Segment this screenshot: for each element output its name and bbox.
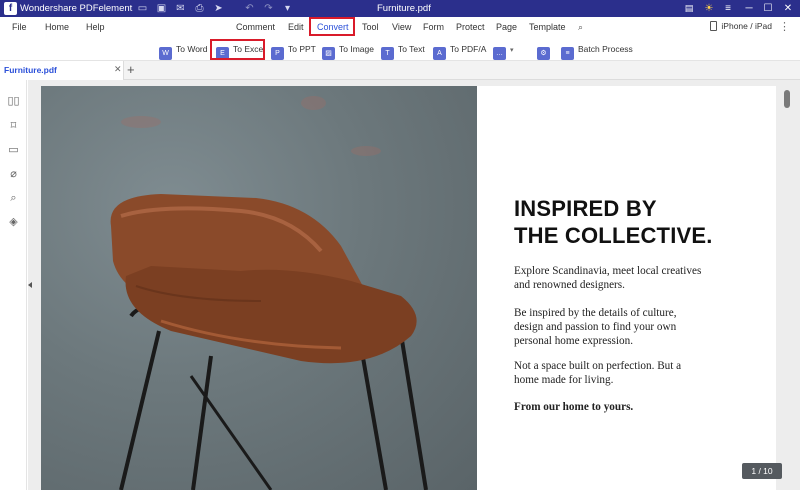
to-pdfa-button[interactable]: A To PDF/A <box>433 43 487 60</box>
to-image-button[interactable]: ▨ To Image <box>322 43 374 60</box>
to-word-label: To Word <box>176 44 208 54</box>
tab-label: Furniture.pdf <box>4 65 57 75</box>
close-tab-icon[interactable]: ✕ <box>114 64 122 75</box>
notification-icon[interactable]: ▤ <box>681 1 697 16</box>
batch-process-label: Batch Process <box>578 44 633 54</box>
iphone-ipad-link[interactable]: iPhone / iPad <box>710 21 772 31</box>
headline-line-2: THE COLLECTIVE. <box>514 223 713 248</box>
paragraph-3-line-1: Not a space built on perfection. But a <box>514 360 682 372</box>
paragraph-4: From our home to yours. <box>514 401 634 413</box>
tab-furniture[interactable]: Furniture.pdf ✕ <box>0 61 124 80</box>
comments-icon[interactable]: ▭ <box>7 144 20 157</box>
menu-page[interactable]: Page <box>496 22 517 32</box>
convert-highlight-box <box>309 17 355 36</box>
maximize-button[interactable]: ☐ <box>760 1 776 16</box>
paragraph-2-line-3: personal home expression. <box>514 335 633 347</box>
to-word-button[interactable]: W To Word <box>159 43 208 60</box>
theme-sun-icon[interactable]: ☀ <box>701 1 717 16</box>
word-icon: W <box>159 47 172 60</box>
layers-icon[interactable]: ◈ <box>7 216 20 229</box>
bookmark-icon[interactable]: ⌑ <box>7 120 20 133</box>
paragraph-1-line-1: Explore Scandinavia, meet local creative… <box>514 265 702 277</box>
device-label: iPhone / iPad <box>721 21 772 31</box>
text-icon: T <box>381 47 394 60</box>
to-ppt-button[interactable]: P To PPT <box>271 43 316 60</box>
menu-file[interactable]: File <box>12 22 27 32</box>
close-window-button[interactable]: ✕ <box>780 1 796 16</box>
print-icon[interactable]: ⎙ <box>193 2 206 15</box>
vertical-scrollbar[interactable] <box>784 90 790 108</box>
add-tab-icon[interactable]: + <box>127 62 135 77</box>
convert-ribbon: W To Word E To Excel P To PPT ▨ To Image T To… <box>0 39 800 61</box>
save-icon[interactable]: ▣ <box>155 2 168 15</box>
to-excel-highlight-box <box>210 39 265 60</box>
menu-tool[interactable]: Tool <box>362 22 379 32</box>
menu-template[interactable]: Template <box>529 22 566 32</box>
batch-process-button[interactable]: ≡ Batch Process <box>561 43 633 60</box>
menu-form[interactable]: Form <box>423 22 444 32</box>
search-panel-icon[interactable]: ⌕ <box>7 192 20 205</box>
chair-photo <box>41 86 477 490</box>
to-image-label: To Image <box>339 44 374 54</box>
left-sidebar: ▯▯ ⌑ ▭ ⌀ ⌕ ◈ <box>0 80 27 490</box>
menu-edit[interactable]: Edit <box>288 22 304 32</box>
thumbnails-icon[interactable]: ▯▯ <box>7 95 20 108</box>
app-name: Wondershare PDFelement <box>20 3 133 14</box>
paragraph-2-line-1: Be inspired by the details of culture, <box>514 307 677 319</box>
menu-comment[interactable]: Comment <box>236 22 275 32</box>
open-folder-icon[interactable]: ▭ <box>136 2 149 15</box>
paragraph-3-line-2: home made for living. <box>514 374 614 386</box>
to-text-label: To Text <box>398 44 425 54</box>
menu-view[interactable]: View <box>392 22 411 32</box>
image-icon: ▨ <box>322 47 335 60</box>
chair-illustration <box>110 194 428 490</box>
batch-process-icon: ≡ <box>561 47 574 60</box>
settings-convert-button[interactable]: ⚙ <box>537 43 554 60</box>
dropdown-arrow-icon: ▾ <box>510 47 514 54</box>
collapse-left-panel-icon[interactable] <box>28 282 32 288</box>
settings-menu-icon[interactable]: ≡ <box>720 1 736 16</box>
quick-access-dropdown-icon[interactable]: ▾ <box>281 2 294 15</box>
ppt-icon: P <box>271 47 284 60</box>
attachment-icon[interactable]: ⌀ <box>7 168 20 181</box>
title-bar: f Wondershare PDFelement ▭ ▣ ✉ ⎙ ➤ ↶ ↷ ▾… <box>0 0 800 17</box>
convert-settings-icon: ⚙ <box>537 47 550 60</box>
minimize-button[interactable]: ─ <box>741 1 757 16</box>
undo-icon[interactable]: ↶ <box>243 2 256 15</box>
mail-icon[interactable]: ✉ <box>174 2 187 15</box>
pdfa-icon: A <box>433 47 446 60</box>
to-text-button[interactable]: T To Text <box>381 43 425 60</box>
page-indicator[interactable]: 1 / 10 <box>742 463 782 479</box>
menu-protect[interactable]: Protect <box>456 22 485 32</box>
search-icon[interactable]: ⌕ <box>578 22 583 33</box>
app-logo-icon: f <box>4 2 17 15</box>
share-icon[interactable]: ➤ <box>212 2 225 15</box>
more-options-icon[interactable]: ⋮ <box>779 20 790 33</box>
more-formats-icon: … <box>493 47 506 60</box>
menu-help[interactable]: Help <box>86 22 105 32</box>
document-title: Furniture.pdf <box>377 3 431 14</box>
menu-home[interactable]: Home <box>45 22 69 32</box>
phone-icon <box>710 21 718 31</box>
to-pdfa-label: To PDF/A <box>450 44 487 54</box>
paragraph-2-line-2: design and passion to find your own <box>514 321 677 333</box>
headline-line-1: INSPIRED BY <box>514 196 657 221</box>
redo-icon[interactable]: ↷ <box>262 2 275 15</box>
more-formats-dropdown[interactable]: … ▾ <box>493 43 514 60</box>
document-tabs: Furniture.pdf ✕ + <box>0 61 800 80</box>
paragraph-1-line-2: and renowned designers. <box>514 279 625 291</box>
menu-bar: File Home Help Comment Edit Convert Tool… <box>0 17 800 39</box>
to-ppt-label: To PPT <box>288 44 316 54</box>
